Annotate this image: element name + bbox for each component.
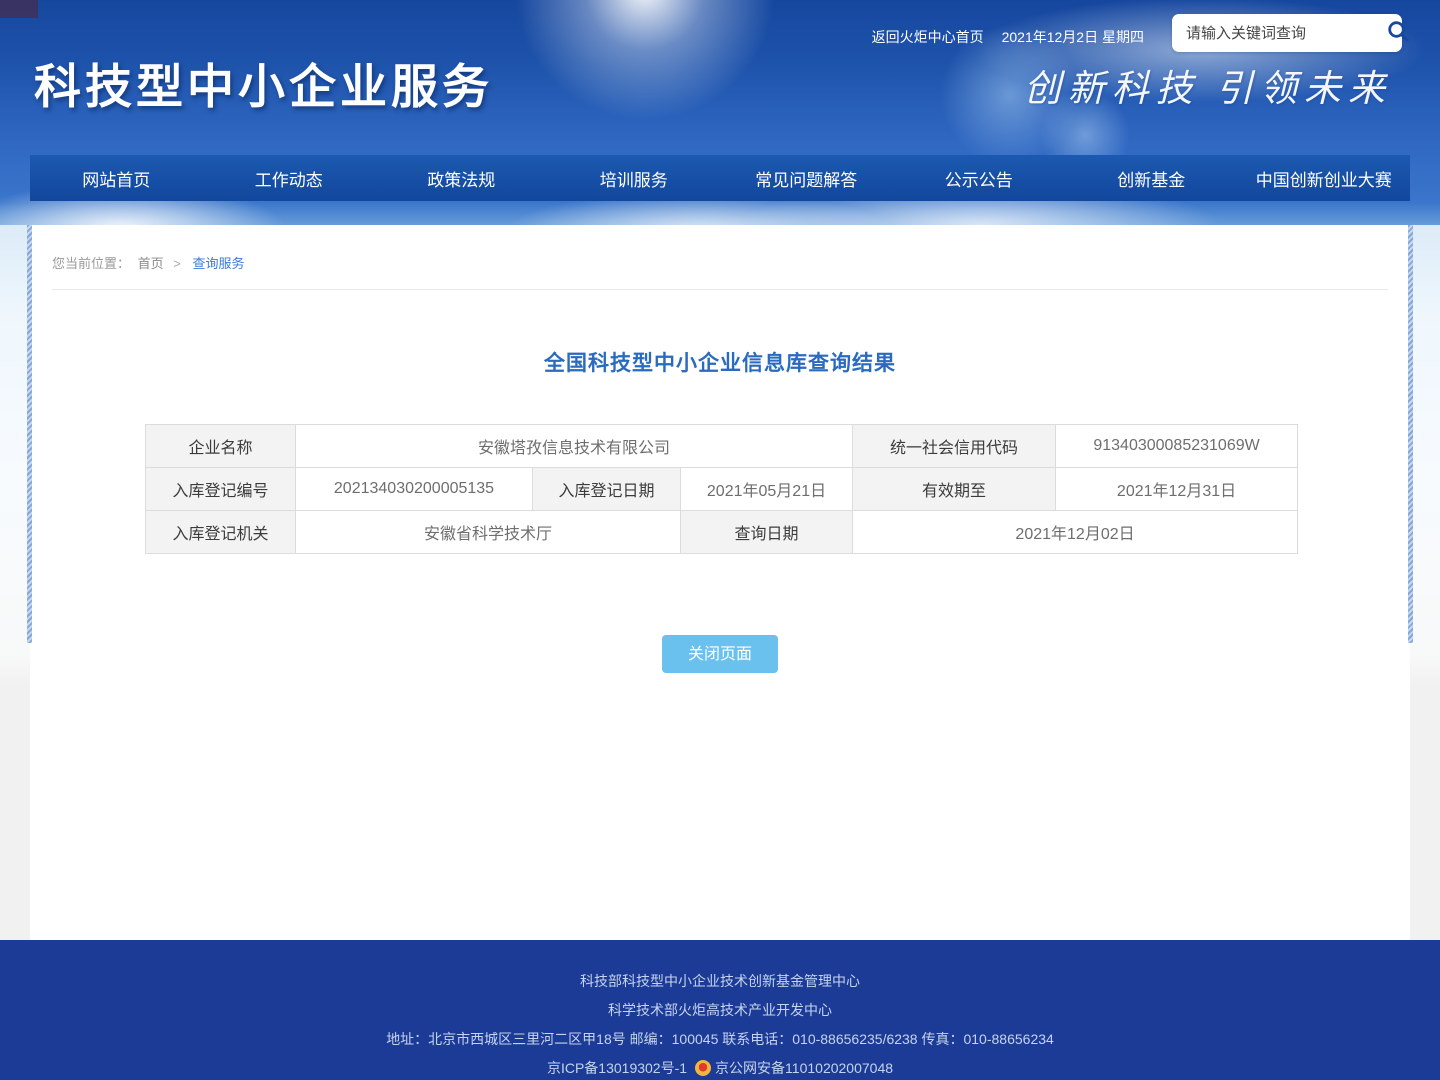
site-title: 科技型中小企业服务 [34, 48, 493, 117]
label-query-date: 查询日期 [681, 511, 853, 554]
public-security-record-link[interactable]: 京公网安备11010202007048 [715, 1060, 893, 1076]
corner-artifact [0, 0, 38, 18]
public-security-badge-icon [695, 1060, 711, 1076]
breadcrumb-label: 您当前位置： [52, 256, 130, 271]
search-input[interactable] [1184, 24, 1387, 43]
value-registration-number: 202134030200005135 [296, 468, 533, 511]
nav-item-announcements[interactable]: 公示公告 [893, 155, 1066, 201]
nav-item-policies[interactable]: 政策法规 [375, 155, 548, 201]
breadcrumb-home-link[interactable]: 首页 [138, 256, 164, 271]
value-credit-code: 91340300085231069W [1056, 425, 1298, 468]
label-registration-date: 入库登记日期 [533, 468, 681, 511]
nav-item-innovation-fund[interactable]: 创新基金 [1065, 155, 1238, 201]
footer: 科技部科技型中小企业技术创新基金管理中心 科学技术部火炬高技术产业开发中心 地址… [0, 940, 1440, 1080]
main-nav: 网站首页 工作动态 政策法规 培训服务 常见问题解答 公示公告 创新基金 中国创… [30, 155, 1410, 201]
page: 科技型中小企业服务 创新科技 引领未来 返回火炬中心首页 2021年12月2日 … [0, 0, 1440, 1080]
topbar: 返回火炬中心首页 2021年12月2日 星期四 [872, 27, 1144, 47]
value-registration-date: 2021年05月21日 [681, 468, 853, 511]
nav-item-work-news[interactable]: 工作动态 [203, 155, 376, 201]
value-query-date: 2021年12月02日 [853, 511, 1298, 554]
page-title: 全国科技型中小企业信息库查询结果 [30, 347, 1410, 377]
breadcrumb-separator: > [173, 256, 181, 271]
site-slogan: 创新科技 引领未来 [1024, 58, 1392, 112]
torch-center-home-link[interactable]: 返回火炬中心首页 [872, 27, 984, 47]
value-registration-authority: 安徽省科学技术厅 [296, 511, 681, 554]
nav-item-competition[interactable]: 中国创新创业大赛 [1238, 155, 1411, 201]
label-company-name: 企业名称 [146, 425, 296, 468]
nav-item-home[interactable]: 网站首页 [30, 155, 203, 201]
table-row: 入库登记机关 安徽省科学技术厅 查询日期 2021年12月02日 [146, 511, 1298, 554]
table-row: 入库登记编号 202134030200005135 入库登记日期 2021年05… [146, 468, 1298, 511]
search-button[interactable] [1387, 20, 1410, 46]
breadcrumb-current-link[interactable]: 查询服务 [193, 256, 245, 271]
search-icon [1387, 20, 1410, 46]
label-valid-until: 有效期至 [853, 468, 1056, 511]
label-registration-authority: 入库登记机关 [146, 511, 296, 554]
current-date: 2021年12月2日 星期四 [1002, 27, 1144, 47]
button-row: 关闭页面 [30, 635, 1410, 673]
icp-record-link[interactable]: 京ICP备13019302号-1 [547, 1060, 687, 1076]
nav-item-faq[interactable]: 常见问题解答 [720, 155, 893, 201]
footer-legal-line: 京ICP备13019302号-1 京公网安备11010202007048 [0, 1054, 1440, 1080]
value-company-name: 安徽塔孜信息技术有限公司 [296, 425, 853, 468]
footer-org-line-2: 科学技术部火炬高技术产业开发中心 [0, 996, 1440, 1025]
nav-item-training[interactable]: 培训服务 [548, 155, 721, 201]
label-registration-number: 入库登记编号 [146, 468, 296, 511]
search-box[interactable] [1172, 14, 1402, 52]
query-result-table: 企业名称 安徽塔孜信息技术有限公司 统一社会信用代码 9134030008523… [145, 424, 1298, 554]
close-page-button[interactable]: 关闭页面 [662, 635, 778, 673]
label-credit-code: 统一社会信用代码 [853, 425, 1056, 468]
content-panel: 您当前位置： 首页 > 查询服务 全国科技型中小企业信息库查询结果 企业名称 安… [30, 225, 1410, 940]
footer-address-line: 地址：北京市西城区三里河二区甲18号 邮编：100045 联系电话：010-88… [0, 1025, 1440, 1054]
breadcrumb: 您当前位置： 首页 > 查询服务 [52, 225, 1388, 290]
footer-org-line-1: 科技部科技型中小企业技术创新基金管理中心 [0, 967, 1440, 996]
table-row: 企业名称 安徽塔孜信息技术有限公司 统一社会信用代码 9134030008523… [146, 425, 1298, 468]
value-valid-until: 2021年12月31日 [1056, 468, 1298, 511]
